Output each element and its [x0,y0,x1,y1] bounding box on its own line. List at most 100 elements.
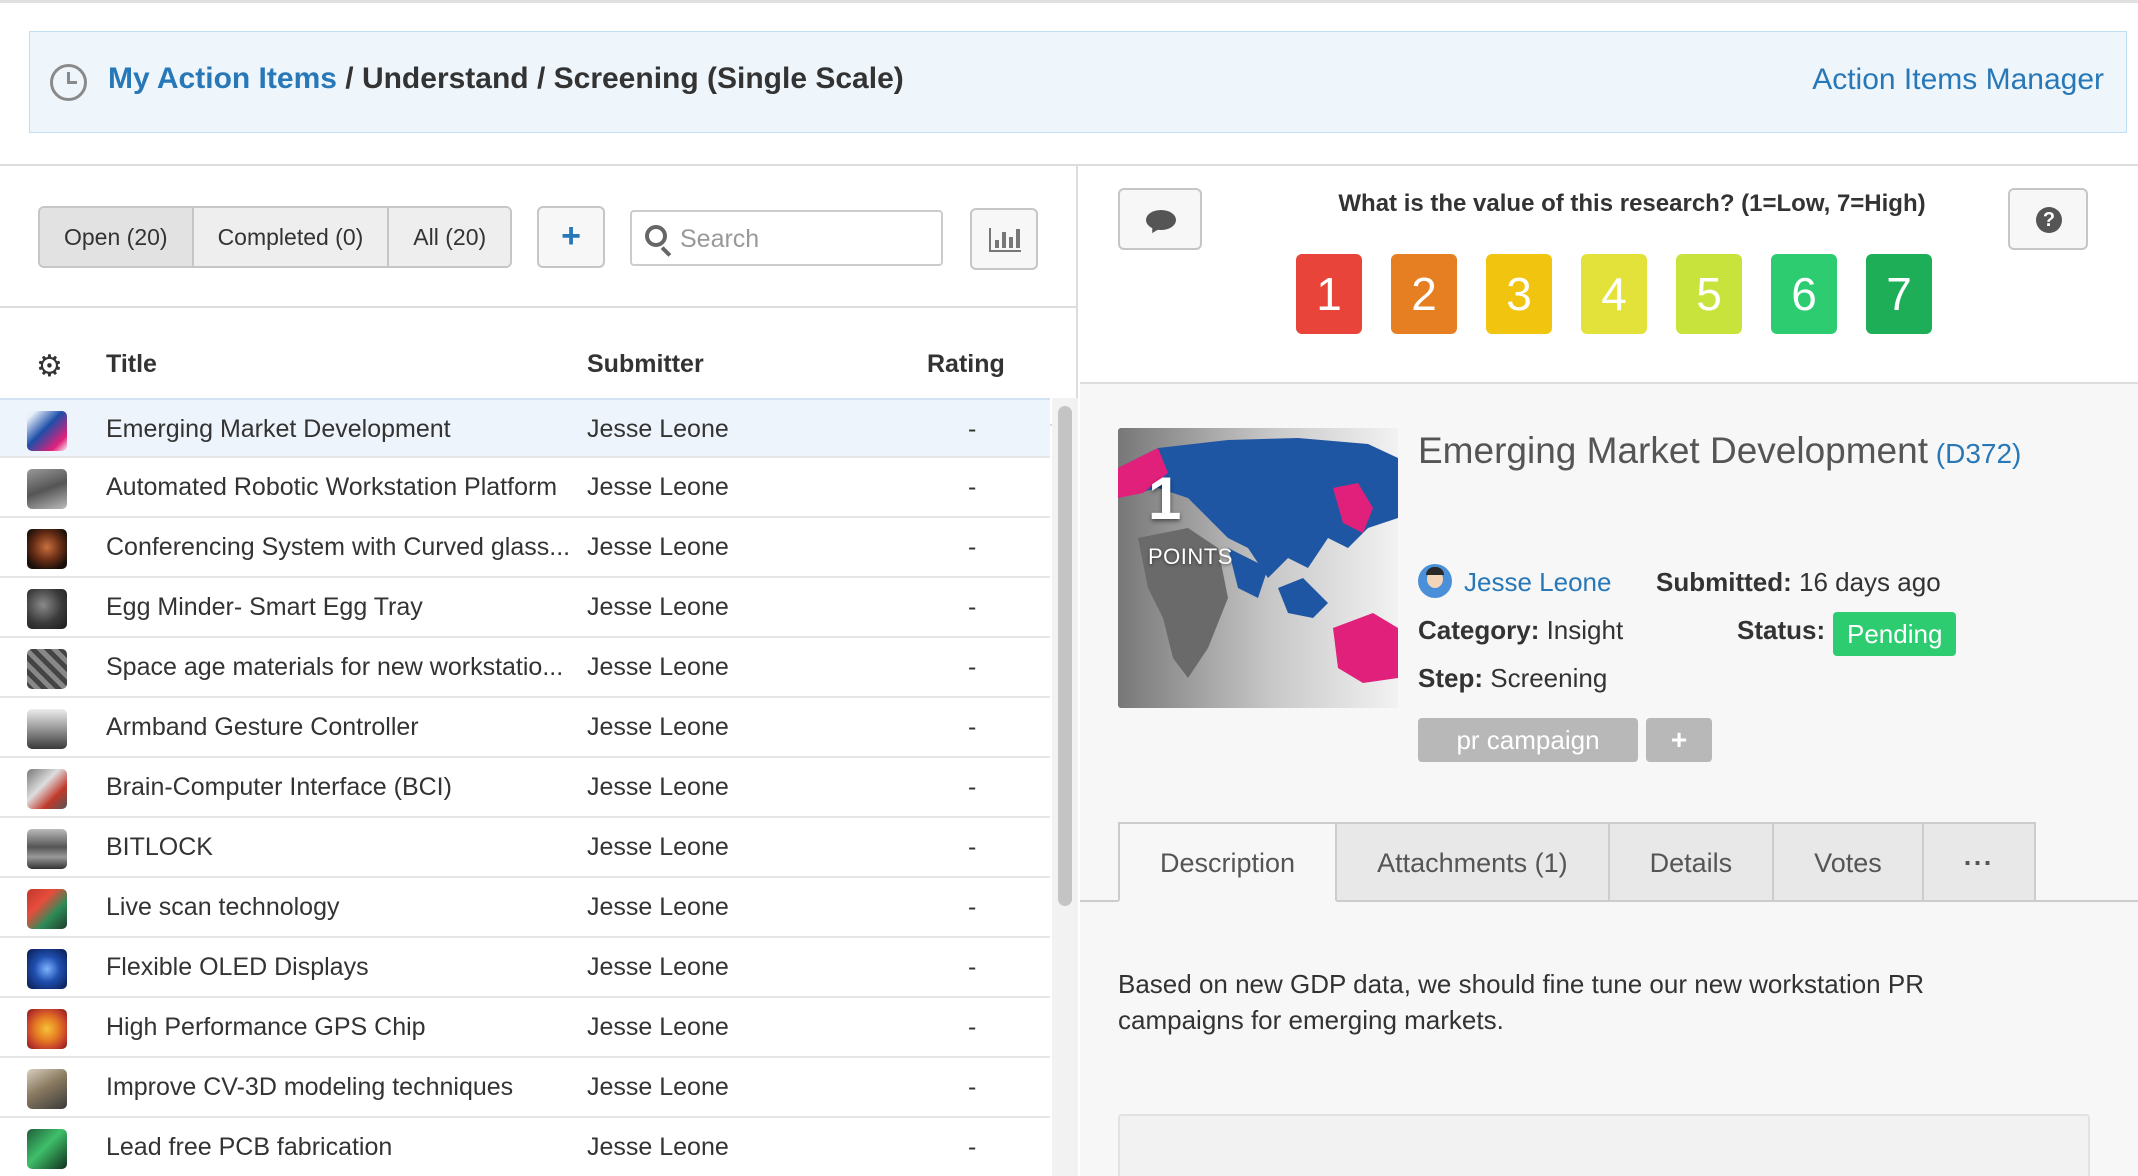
submitted-value: 16 days ago [1791,567,1941,597]
row-rating: - [968,1013,977,1041]
table-row[interactable]: High Performance GPS Chip Jesse Leone - [0,998,1050,1058]
row-submitter: Jesse Leone [587,1133,729,1161]
item-thumbnail [27,1069,67,1109]
row-rating: - [968,593,977,621]
tab-attachments[interactable]: Attachments (1) [1335,822,1610,902]
table-row[interactable]: Live scan technology Jesse Leone - [0,878,1050,938]
row-submitter: Jesse Leone [587,653,729,681]
status-filter-group: Open (20) Completed (0) All (20) [38,206,513,268]
step-label: Step: [1418,663,1483,693]
row-title: High Performance GPS Chip [106,1013,426,1041]
table-row[interactable]: Brain-Computer Interface (BCI) Jesse Leo… [0,758,1050,818]
table-row[interactable]: Armband Gesture Controller Jesse Leone - [0,698,1050,758]
tab-description[interactable]: Description [1118,822,1338,902]
submitted-meta: Submitted: 16 days ago [1656,567,1941,598]
rating-3-button[interactable]: 3 [1486,254,1552,334]
author-link[interactable]: Jesse Leone [1464,567,1611,598]
row-title: Improve CV-3D modeling techniques [106,1073,514,1101]
comment-icon [1146,210,1176,230]
rating-1-button[interactable]: 1 [1296,254,1362,334]
rating-6-button[interactable]: 6 [1771,254,1837,334]
table-row[interactable]: Flexible OLED Displays Jesse Leone - [0,938,1050,998]
table-row[interactable]: Lead free PCB fabrication Jesse Leone - [0,1118,1050,1176]
rating-2-button[interactable]: 2 [1391,254,1457,334]
item-thumbnail [27,1129,67,1169]
filter-all-button[interactable]: All (20) [389,208,511,266]
table-row[interactable]: Egg Minder- Smart Egg Tray Jesse Leone - [0,578,1050,638]
tab-votes[interactable]: Votes [1772,822,1924,902]
column-submitter[interactable]: Submitter [587,350,704,379]
tab-details[interactable]: Details [1607,822,1775,902]
search-box [630,210,943,266]
action-items-list-panel: Open (20) Completed (0) All (20) + ⚙ Tit… [0,166,1078,1176]
table-row[interactable]: BITLOCK Jesse Leone - [0,818,1050,878]
bar-chart-icon [989,228,1021,252]
chart-view-button[interactable] [970,208,1038,270]
category-meta: Category: Insight [1418,615,1623,646]
row-title: Flexible OLED Displays [106,953,369,981]
detail-tabs: Description Attachments (1) Details Vote… [1118,822,2036,902]
item-thumbnail [27,589,67,629]
tag-pr-campaign[interactable]: pr campaign [1418,718,1638,762]
row-submitter: Jesse Leone [587,415,729,443]
item-thumbnail [27,529,67,569]
rating-4-button[interactable]: 4 [1581,254,1647,334]
breadcrumb-my-action-items-link[interactable]: My Action Items [108,62,337,95]
item-thumbnail [27,411,67,451]
row-rating: - [968,953,977,981]
status-badge: Pending [1833,612,1957,656]
breadcrumb-bar: My Action Items / Understand / Screening… [29,31,2127,133]
add-item-button[interactable]: + [537,206,605,268]
row-submitter: Jesse Leone [587,893,729,921]
column-title[interactable]: Title [106,350,157,379]
points-label: POINTS [1148,544,1233,569]
table-row[interactable]: Space age materials for new workstatio..… [0,638,1050,698]
row-rating: - [968,1133,977,1161]
gear-icon[interactable]: ⚙ [36,352,64,382]
item-thumbnail [27,889,67,929]
row-rating: - [968,893,977,921]
filter-completed-button[interactable]: Completed (0) [193,208,390,266]
row-submitter: Jesse Leone [587,773,729,801]
row-rating: - [968,773,977,801]
row-rating: - [968,653,977,681]
row-rating: - [968,415,977,443]
filter-open-button[interactable]: Open (20) [40,208,194,266]
table-row[interactable]: Emerging Market Development Jesse Leone … [0,398,1050,458]
row-submitter: Jesse Leone [587,593,729,621]
idea-code-open: ( [1928,438,1946,469]
breadcrumb: My Action Items / Understand / Screening… [108,62,904,96]
row-title: BITLOCK [106,833,213,861]
table-row[interactable]: Improve CV-3D modeling techniques Jesse … [0,1058,1050,1118]
rating-5-button[interactable]: 5 [1676,254,1742,334]
idea-code-link[interactable]: D372 [1945,438,2012,469]
items-table-body: Emerging Market Development Jesse Leone … [0,398,1050,1176]
row-title: Space age materials for new workstatio..… [106,653,564,681]
row-title: Lead free PCB fabrication [106,1133,393,1161]
table-row[interactable]: Conferencing System with Curved glass...… [0,518,1050,578]
row-title: Armband Gesture Controller [106,713,419,741]
row-rating: - [968,473,977,501]
row-submitter: Jesse Leone [587,1013,729,1041]
list-scrollbar-thumb[interactable] [1058,406,1072,906]
clock-icon [50,64,87,101]
rating-7-button[interactable]: 7 [1866,254,1932,334]
add-tag-button[interactable]: + [1646,718,1712,762]
idea-title-text: Emerging Market Development [1418,430,1928,471]
category-label: Category: [1418,615,1540,645]
row-title: Automated Robotic Workstation Platform [106,473,558,501]
row-title: Egg Minder- Smart Egg Tray [106,593,423,621]
table-row[interactable]: Automated Robotic Workstation Platform J… [0,458,1050,518]
action-items-manager-link[interactable]: Action Items Manager [1812,63,2104,97]
points-value: 1 [1148,465,1182,532]
row-title: Conferencing System with Curved glass... [106,533,571,561]
search-input[interactable] [680,221,930,257]
column-rating[interactable]: Rating [927,350,1005,379]
tab-more[interactable]: ··· [1921,822,2036,902]
question-icon: ? [2036,207,2062,233]
rating-box: What is the value of this research? (1=L… [1080,166,2138,384]
description-text: Based on new GDP data, we should fine tu… [1118,969,1924,1035]
avatar [1418,564,1452,598]
comment-button[interactable] [1118,188,1202,250]
help-button[interactable]: ? [2008,188,2088,250]
